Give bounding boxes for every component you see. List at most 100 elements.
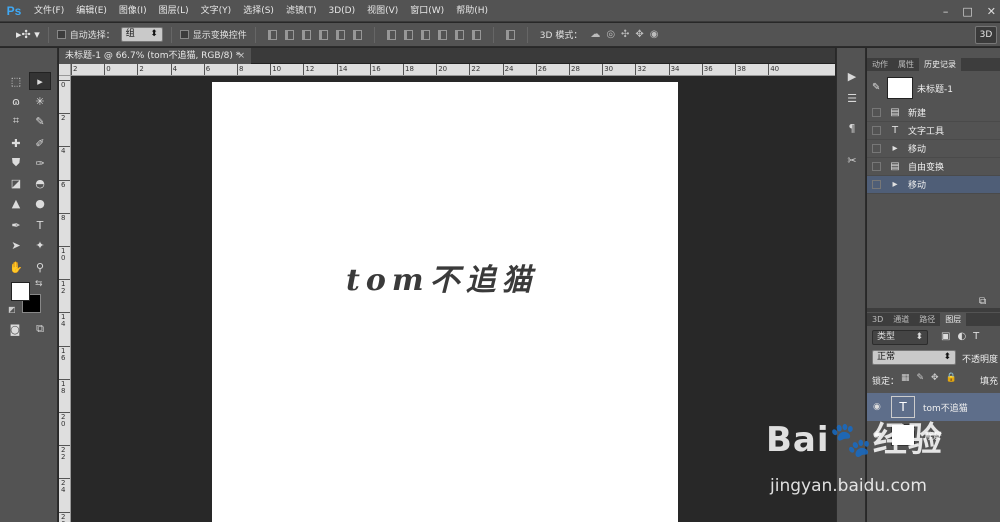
- distribute-top-icon[interactable]: [386, 29, 396, 40]
- ruler-tick-label: 8: [239, 65, 244, 73]
- tab-3d[interactable]: 3D: [867, 313, 888, 326]
- paragraph-panel-icon[interactable]: ¶: [844, 122, 860, 136]
- history-item[interactable]: ▸ 移动: [867, 140, 1000, 158]
- menu-select[interactable]: 选择(S): [237, 0, 280, 22]
- adjust-panel-icon[interactable]: ☰: [844, 92, 860, 106]
- snapshot-name[interactable]: 未标题-1: [917, 82, 953, 95]
- dodge-tool-icon[interactable]: ●: [29, 194, 51, 212]
- magic-wand-icon[interactable]: ✳: [29, 92, 51, 110]
- tools-preset-icon[interactable]: ✂: [844, 154, 860, 168]
- healing-brush-icon[interactable]: ✚: [5, 134, 27, 152]
- menu-layer[interactable]: 图层(L): [153, 0, 195, 22]
- default-colors-icon[interactable]: ◩: [8, 305, 16, 314]
- zoom-tool-icon[interactable]: ⚲: [29, 258, 51, 276]
- blur-tool-icon[interactable]: ▲: [5, 194, 27, 212]
- tab-channels[interactable]: 通道: [888, 313, 914, 326]
- menu-window[interactable]: 窗口(W): [404, 0, 450, 22]
- auto-align-icon[interactable]: [505, 29, 515, 40]
- history-item[interactable]: ▤ 自由变换: [867, 158, 1000, 176]
- history-item[interactable]: T 文字工具: [867, 122, 1000, 140]
- tab-actions[interactable]: 动作: [867, 58, 893, 71]
- menu-help[interactable]: 帮助(H): [450, 0, 494, 22]
- lock-icons[interactable]: ▦✎✥🔒: [901, 373, 964, 383]
- marquee-tool-icon[interactable]: ⬚: [5, 72, 27, 90]
- history-brush-icon[interactable]: ✑: [29, 154, 51, 172]
- ruler-origin[interactable]: [59, 64, 71, 76]
- history-source-box[interactable]: [872, 180, 881, 189]
- actions-panel-icon[interactable]: ▶: [844, 70, 860, 84]
- history-source-box[interactable]: [872, 108, 881, 117]
- auto-select-checkbox[interactable]: [56, 30, 66, 39]
- align-bottom-icon[interactable]: [301, 29, 311, 40]
- pen-tool-icon[interactable]: ✒: [5, 216, 27, 234]
- tab-history[interactable]: 历史记录: [919, 58, 961, 71]
- type-icon: T: [891, 125, 899, 136]
- document-tab[interactable]: 未标题-1 @ 66.7% (tom不追猫, RGB/8) * ×: [59, 48, 251, 64]
- close-tab-icon[interactable]: ×: [237, 48, 245, 64]
- eyedropper-icon[interactable]: ✎: [29, 112, 51, 130]
- distribute-vcenter-icon[interactable]: [403, 29, 413, 40]
- layer-row[interactable]: ◉ 背景: [867, 421, 1000, 449]
- menu-view[interactable]: 视图(V): [361, 0, 404, 22]
- tab-paths[interactable]: 路径: [914, 313, 940, 326]
- vertical-ruler[interactable]: 0 2 4 6 8 1 0 1 2 1 4 1 6 1 8 2 0 2 2 2 4 2 6: [59, 76, 71, 522]
- snapshot-thumbnail[interactable]: [887, 77, 913, 99]
- history-source-box[interactable]: [872, 126, 881, 135]
- path-select-icon[interactable]: ➤: [5, 236, 27, 254]
- paint-bucket-icon[interactable]: ◓: [29, 174, 51, 192]
- close-icon[interactable]: ✕: [987, 5, 996, 18]
- align-left-icon[interactable]: [318, 29, 328, 40]
- visibility-eye-icon[interactable]: ◉: [873, 430, 885, 440]
- history-item-selected[interactable]: ▸ 移动: [867, 176, 1000, 194]
- foreground-color-swatch[interactable]: [11, 282, 30, 301]
- menu-image[interactable]: 图像(I): [113, 0, 153, 22]
- distribute-hcenter-icon[interactable]: [454, 29, 464, 40]
- distribute-right-icon[interactable]: [471, 29, 481, 40]
- lasso-tool-icon[interactable]: ɷ: [5, 92, 27, 110]
- type-tool-icon[interactable]: T: [29, 216, 51, 234]
- move-tool-preset-icon[interactable]: ▸✣ ▾: [16, 28, 40, 41]
- visibility-eye-icon[interactable]: ◉: [873, 402, 885, 412]
- tab-properties[interactable]: 属性: [893, 58, 919, 71]
- move-tool-icon[interactable]: ▸: [29, 72, 51, 90]
- layer-row-selected[interactable]: ◉ T tom不追猫: [867, 393, 1000, 421]
- auto-select-dropdown[interactable]: 组 ⬍: [120, 27, 163, 42]
- menu-edit[interactable]: 编辑(E): [70, 0, 113, 22]
- history-source-box[interactable]: [872, 144, 881, 153]
- screen-mode-icon[interactable]: ⧉: [29, 320, 51, 338]
- custom-shape-icon[interactable]: ✦: [29, 236, 51, 254]
- align-hcenter-icon[interactable]: [335, 29, 345, 40]
- eraser-tool-icon[interactable]: ◪: [5, 174, 27, 192]
- align-right-icon[interactable]: [352, 29, 362, 40]
- blend-mode-dropdown[interactable]: 正常 ⬍: [872, 350, 956, 365]
- 3d-mode-icons[interactable]: ☁◎✣✥◉: [590, 29, 664, 40]
- canvas-text-layer[interactable]: tom不追猫: [346, 255, 566, 299]
- clone-stamp-icon[interactable]: ⛊: [5, 154, 27, 172]
- menu-file[interactable]: 文件(F): [28, 0, 70, 22]
- history-source-box[interactable]: [872, 162, 881, 171]
- menu-filter[interactable]: 滤镜(T): [280, 0, 323, 22]
- layer-filter-icons[interactable]: ▣◐T: [941, 331, 986, 342]
- minimize-icon[interactable]: –: [943, 5, 949, 18]
- quick-mask-icon[interactable]: ◙: [4, 320, 26, 338]
- tab-layers[interactable]: 图层: [940, 313, 967, 326]
- crop-tool-icon[interactable]: ⌗: [5, 112, 27, 130]
- align-top-icon[interactable]: [267, 29, 277, 40]
- history-item[interactable]: ▤ 新建: [867, 104, 1000, 122]
- new-snapshot-icon[interactable]: ⧉: [979, 296, 986, 307]
- hand-tool-icon[interactable]: ✋: [5, 258, 27, 276]
- history-item-label: 新建: [908, 109, 927, 119]
- layer-filter-dropdown[interactable]: 类型 ⬍: [872, 330, 928, 345]
- distribute-bottom-icon[interactable]: [420, 29, 430, 40]
- menu-3d[interactable]: 3D(D): [322, 0, 361, 22]
- horizontal-ruler[interactable]: 2 0 2 4 6 8 10 12 14 16 18 20 22 24 26 28 30 32 34 36 38 40: [71, 64, 835, 76]
- menu-type[interactable]: 文字(Y): [195, 0, 238, 22]
- brush-tool-icon[interactable]: ✐: [29, 134, 51, 152]
- distribute-left-icon[interactable]: [437, 29, 447, 40]
- align-vcenter-icon[interactable]: [284, 29, 294, 40]
- document-canvas[interactable]: [212, 82, 678, 522]
- show-transform-checkbox[interactable]: [179, 30, 189, 39]
- swap-colors-icon[interactable]: ⇆: [35, 279, 43, 289]
- maximize-icon[interactable]: □: [962, 5, 972, 18]
- 3d-workspace-button[interactable]: 3D: [975, 26, 997, 44]
